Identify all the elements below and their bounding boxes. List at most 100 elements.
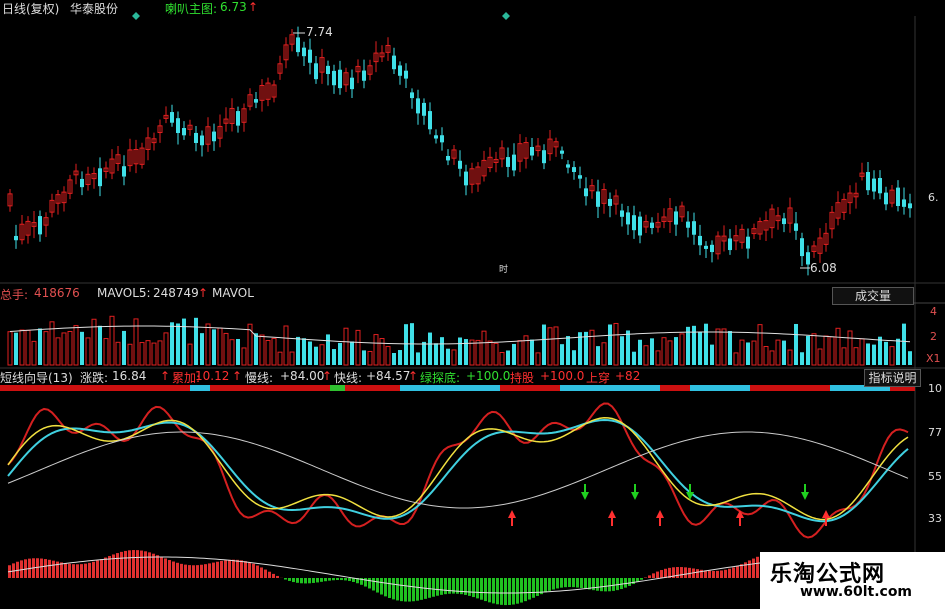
volume-bar	[884, 341, 888, 365]
histogram-bar	[680, 567, 683, 578]
volume-button[interactable]: 成交量	[832, 287, 914, 305]
candle	[553, 137, 559, 157]
candle	[596, 179, 600, 218]
vol-axis-label-1: 4	[930, 305, 937, 318]
histogram-bar	[332, 578, 335, 581]
volume-bar	[878, 336, 882, 365]
histogram-bar	[176, 562, 179, 578]
candle	[763, 211, 769, 242]
histogram-bar	[716, 570, 719, 578]
candle	[434, 129, 438, 144]
ind-axis-label-2: 77	[928, 426, 942, 439]
histogram-bar	[292, 578, 295, 583]
histogram-bar	[612, 578, 615, 591]
candle	[139, 142, 145, 169]
candle	[601, 183, 607, 214]
histogram-bar	[192, 565, 195, 578]
volume-bar	[19, 329, 25, 366]
candle	[841, 193, 847, 220]
candle	[872, 170, 876, 200]
histogram-bar	[736, 565, 739, 578]
volume-bar	[650, 338, 654, 365]
volume-bar	[428, 332, 432, 365]
candle	[650, 217, 654, 235]
histogram-bar	[276, 575, 279, 578]
histogram-bar	[440, 578, 443, 595]
volume-bar	[547, 327, 553, 366]
volume-bar	[698, 331, 702, 365]
histogram-bar	[624, 578, 627, 588]
candle	[416, 89, 420, 125]
candle	[31, 211, 37, 239]
candle	[283, 37, 289, 69]
candle	[302, 41, 306, 67]
volume-bar	[38, 328, 42, 365]
volume-bar	[115, 341, 121, 366]
sell-arrow-icon	[801, 484, 809, 500]
volume-bar	[91, 318, 97, 366]
candle	[757, 217, 763, 240]
candle	[314, 56, 318, 84]
histogram-bar	[464, 578, 467, 595]
volume-bar	[362, 350, 366, 365]
candle	[271, 80, 277, 103]
sell-arrow-icon	[631, 484, 639, 500]
candle	[847, 185, 853, 215]
volume-bar	[14, 332, 18, 365]
candle	[247, 88, 253, 111]
volume-bar	[704, 323, 708, 365]
volume-bar	[80, 331, 84, 365]
histogram-bar	[568, 578, 571, 588]
candle	[800, 232, 804, 267]
indicator-help-button[interactable]: 指标说明	[864, 369, 921, 387]
histogram-bar	[84, 563, 87, 578]
histogram-bar	[632, 578, 635, 585]
volume-bar	[902, 323, 906, 365]
volume-bar	[638, 339, 642, 365]
candle	[698, 224, 702, 256]
candle	[367, 59, 373, 81]
candle	[182, 121, 186, 140]
volume-bar	[367, 350, 373, 366]
histogram-bar	[336, 578, 339, 581]
low-label: 6.08	[810, 261, 837, 275]
histogram-bar	[116, 553, 119, 578]
volume-bar	[763, 345, 769, 366]
volume-bar	[236, 338, 240, 365]
candle	[217, 114, 223, 148]
histogram-bar	[288, 578, 291, 581]
volume-bar	[176, 323, 180, 365]
buy-arrow-icon	[608, 510, 616, 526]
candle	[91, 167, 97, 189]
volume-bar	[757, 324, 763, 366]
volume-bar	[43, 331, 49, 366]
volume-bar	[853, 347, 859, 366]
status-segment	[660, 385, 690, 391]
candle	[326, 60, 330, 86]
volume-bar	[283, 325, 289, 366]
histogram-bar	[404, 578, 407, 602]
candle	[7, 188, 13, 212]
candle	[332, 64, 336, 94]
volume-bar	[679, 333, 685, 366]
hold-label: 持股	[510, 371, 535, 385]
price-axis-label: 6.	[928, 191, 939, 204]
histogram-bar	[552, 578, 555, 590]
candle	[440, 127, 444, 151]
cross-label: 上穿	[586, 371, 611, 385]
volume-bar	[674, 337, 678, 365]
histogram-bar	[240, 560, 243, 578]
candle	[655, 212, 661, 233]
histogram-bar	[580, 578, 583, 589]
candle	[49, 193, 55, 218]
histogram-bar	[576, 578, 579, 588]
candle	[908, 193, 912, 218]
volume-bar	[205, 323, 211, 366]
candle	[115, 146, 121, 172]
volume-bar	[493, 342, 499, 366]
candle	[259, 79, 265, 112]
candle	[398, 61, 402, 85]
volume-bar	[481, 330, 487, 366]
candle	[620, 203, 624, 227]
candle	[85, 166, 91, 191]
